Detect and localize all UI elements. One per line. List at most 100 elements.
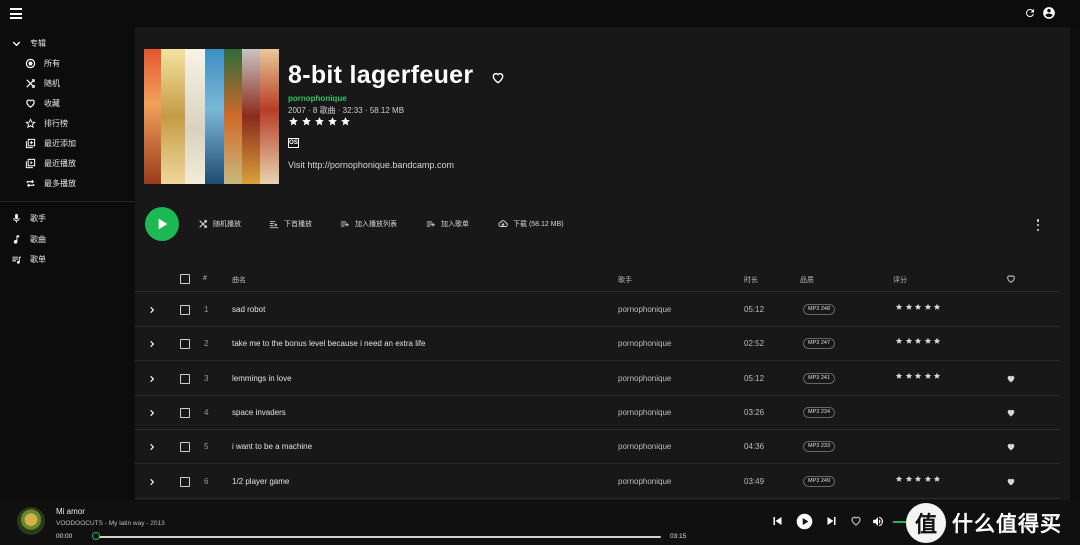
star-icon[interactable]	[327, 116, 338, 127]
skip-previous-icon[interactable]	[771, 515, 783, 527]
chevron-right-icon[interactable]	[148, 408, 156, 418]
track-title[interactable]: lemmings in love	[232, 374, 292, 383]
track-artist[interactable]: pornophonique	[618, 477, 671, 486]
header-artist[interactable]: 歌手	[618, 275, 632, 285]
chevron-right-icon[interactable]	[148, 305, 156, 315]
track-rating[interactable]	[895, 475, 941, 483]
favorite-heart-icon[interactable]	[491, 71, 505, 85]
star-icon[interactable]	[895, 475, 903, 483]
track-duration: 05:12	[744, 305, 765, 314]
track-title[interactable]: space invaders	[232, 408, 286, 417]
star-icon[interactable]	[905, 337, 913, 345]
star-icon[interactable]	[933, 372, 941, 380]
scrollbar[interactable]	[1070, 27, 1080, 500]
star-icon[interactable]	[340, 116, 351, 127]
skip-next-icon[interactable]	[826, 515, 838, 527]
track-rating[interactable]	[895, 303, 941, 311]
track-artist[interactable]: pornophonique	[618, 339, 671, 348]
header-title[interactable]: 曲名	[232, 275, 246, 285]
chevron-right-icon[interactable]	[148, 442, 156, 452]
play-next-button[interactable]: 下首播放	[269, 218, 312, 230]
row-checkbox[interactable]	[180, 476, 190, 487]
chevron-right-icon[interactable]	[148, 374, 156, 384]
track-title[interactable]: 1/2 player game	[232, 477, 289, 486]
row-checkbox[interactable]	[180, 305, 190, 315]
star-icon[interactable]	[933, 475, 941, 483]
track-rating[interactable]	[895, 372, 941, 380]
menu-icon[interactable]	[10, 8, 22, 19]
star-icon[interactable]	[905, 475, 913, 483]
chevron-right-icon[interactable]	[148, 339, 156, 349]
track-title[interactable]: i want to be a machine	[232, 442, 312, 451]
progress-bar[interactable]	[95, 536, 661, 538]
row-checkbox[interactable]	[180, 442, 190, 453]
progress-knob[interactable]	[92, 532, 100, 540]
star-icon[interactable]	[301, 116, 312, 127]
download-button[interactable]: 下载 (58.12 MB)	[498, 218, 564, 230]
star-icon[interactable]	[924, 475, 932, 483]
track-artist[interactable]: pornophonique	[618, 408, 671, 417]
star-icon[interactable]	[914, 337, 922, 345]
header-quality[interactable]: 品质	[800, 275, 814, 285]
star-icon[interactable]	[924, 337, 932, 345]
star-icon[interactable]	[895, 372, 903, 380]
table-row[interactable]: 5 i want to be a machine pornophonique 04:3…	[135, 430, 1060, 465]
main-content: 8-bit lagerfeuer pornophonique 2007 · 8 …	[135, 27, 1070, 500]
more-options-icon[interactable]	[1036, 219, 1040, 231]
star-icon[interactable]	[895, 337, 903, 345]
sidebar-item-artists[interactable]: 歌手	[10, 208, 145, 228]
track-artist[interactable]: pornophonique	[618, 305, 671, 314]
table-row[interactable]: 1 sad robot pornophonique 05:12 MP3 248	[135, 293, 1060, 327]
chevron-right-icon[interactable]	[148, 477, 156, 487]
row-checkbox[interactable]	[180, 339, 190, 350]
header-heart-icon[interactable]	[1006, 274, 1016, 284]
star-icon[interactable]	[914, 303, 922, 311]
track-artist[interactable]: pornophonique	[618, 374, 671, 383]
heart-filled-icon[interactable]	[1006, 408, 1016, 418]
track-artist[interactable]: pornophonique	[618, 442, 671, 451]
star-icon[interactable]	[933, 337, 941, 345]
star-icon[interactable]	[905, 303, 913, 311]
table-row[interactable]: 4 space invaders pornophonique 03:26 MP3 234	[135, 396, 1060, 430]
track-title[interactable]: sad robot	[232, 305, 265, 314]
sidebar-albums-group[interactable]: 专辑	[10, 33, 145, 53]
star-icon[interactable]	[914, 372, 922, 380]
table-row[interactable]: 2 take me to the bonus level because i ne…	[135, 327, 1060, 362]
table-row[interactable]: 3 lemmings in love pornophonique 05:12 MP3 2…	[135, 362, 1060, 396]
track-rating[interactable]	[895, 337, 941, 345]
sidebar-item-playlists[interactable]: 歌单	[10, 249, 145, 269]
table-row[interactable]: 6 1/2 player game pornophonique 03:49 MP3 24…	[135, 465, 1060, 499]
star-icon[interactable]	[288, 116, 299, 127]
refresh-icon[interactable]	[1024, 7, 1036, 19]
heart-filled-icon[interactable]	[1006, 442, 1016, 452]
heart-filled-icon[interactable]	[1006, 374, 1016, 384]
heart-icon[interactable]	[850, 515, 862, 527]
shuffle-play-button[interactable]: 随机播放	[198, 218, 241, 230]
now-playing-cover[interactable]	[17, 507, 45, 535]
play-album-button[interactable]	[145, 207, 179, 241]
account-icon[interactable]	[1042, 6, 1056, 20]
header-number: #	[203, 275, 207, 282]
header-duration[interactable]: 时长	[744, 275, 758, 285]
header-rating[interactable]: 评分	[893, 275, 907, 285]
star-icon[interactable]	[924, 303, 932, 311]
add-to-playlist-button[interactable]: 加入歌单	[426, 218, 469, 230]
row-checkbox[interactable]	[180, 407, 190, 418]
add-to-queue-button[interactable]: 加入播放列表	[340, 218, 397, 230]
track-title[interactable]: take me to the bonus level because i nee…	[232, 339, 425, 348]
album-artist-link[interactable]: pornophonique	[288, 94, 347, 103]
star-icon[interactable]	[895, 303, 903, 311]
select-all-checkbox[interactable]	[180, 274, 190, 284]
album-rating[interactable]	[288, 116, 351, 127]
volume-icon[interactable]	[871, 515, 885, 528]
star-icon[interactable]	[905, 372, 913, 380]
star-icon[interactable]	[314, 116, 325, 127]
sidebar-item-songs[interactable]: 歌曲	[10, 229, 145, 249]
now-playing-title[interactable]: Mi amor	[56, 507, 85, 516]
star-icon[interactable]	[924, 372, 932, 380]
star-icon[interactable]	[914, 475, 922, 483]
star-icon[interactable]	[933, 303, 941, 311]
heart-filled-icon[interactable]	[1006, 477, 1016, 487]
row-checkbox[interactable]	[180, 373, 190, 384]
play-circle-icon[interactable]	[796, 513, 813, 530]
